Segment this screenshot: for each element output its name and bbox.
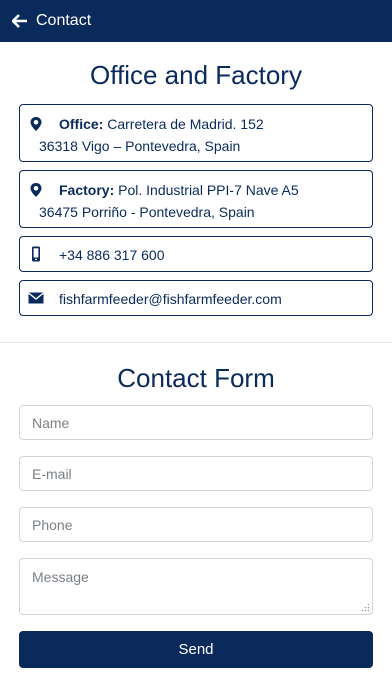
- office-address-line1: Office: Carretera de Madrid. 152: [59, 116, 264, 132]
- phone-number[interactable]: +34 886 317 600: [59, 247, 165, 263]
- send-button[interactable]: Send: [19, 631, 373, 668]
- back-button[interactable]: [0, 0, 28, 42]
- map-marker-icon: [30, 183, 42, 197]
- office-section-title: Office and Factory: [90, 60, 302, 90]
- email-address[interactable]: fishfarmfeeder@fishfarmfeeder.com: [59, 291, 282, 307]
- mobile-phone-icon: [32, 246, 40, 262]
- contact-form-title: Contact Form: [117, 363, 275, 393]
- office-street: Carretera de Madrid. 152: [107, 116, 264, 132]
- envelope-icon: [28, 292, 44, 304]
- email-input[interactable]: [19, 456, 373, 491]
- app-header: Contact: [0, 0, 392, 42]
- phone-card[interactable]: +34 886 317 600: [19, 236, 373, 272]
- office-address-card: Office: Carretera de Madrid. 152 36318 V…: [19, 104, 373, 162]
- email-card[interactable]: fishfarmfeeder@fishfarmfeeder.com: [19, 280, 373, 316]
- factory-label: Factory:: [59, 182, 115, 198]
- factory-address-card: Factory: Pol. Industrial PPI-7 Nave A5 3…: [19, 170, 373, 228]
- phone-input[interactable]: [19, 507, 373, 542]
- office-address-line2: 36318 Vigo – Pontevedra, Spain: [39, 138, 241, 154]
- office-label: Office:: [59, 116, 104, 132]
- arrow-left-icon: [12, 14, 27, 28]
- map-marker-icon: [30, 117, 42, 131]
- factory-street: Pol. Industrial PPI-7 Nave A5: [118, 182, 299, 198]
- resize-grip-icon[interactable]: [361, 603, 370, 612]
- name-input[interactable]: [19, 405, 373, 440]
- factory-address-line1: Factory: Pol. Industrial PPI-7 Nave A5: [59, 182, 299, 198]
- factory-address-line2: 36475 Porriño - Pontevedra, Spain: [39, 204, 255, 220]
- header-title: Contact: [36, 12, 92, 29]
- message-textarea[interactable]: [19, 558, 373, 615]
- section-divider: [0, 342, 392, 343]
